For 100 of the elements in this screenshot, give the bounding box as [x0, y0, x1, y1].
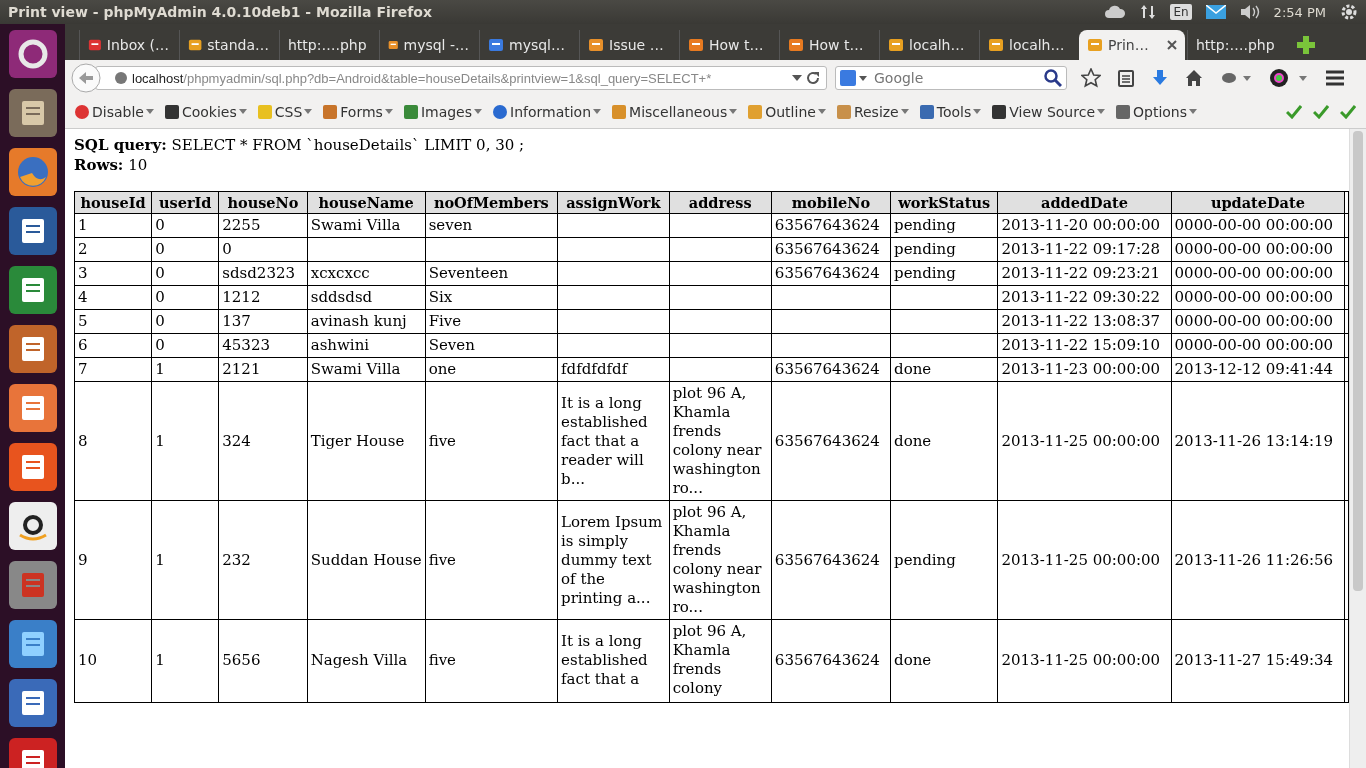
keyboard-language-indicator[interactable]: En	[1170, 4, 1192, 20]
toolbar-menu-button[interactable]: Resize	[830, 104, 914, 120]
table-cell: 63567643624	[771, 619, 891, 703]
caret-icon	[817, 109, 826, 115]
toolbar-menu-button[interactable]: Cookies	[158, 104, 252, 120]
table-cell: 2013-11-22 09:23:21	[997, 261, 1172, 286]
caret-icon	[973, 109, 982, 115]
table-cell: seven	[425, 213, 558, 238]
table-cell: Seventeen	[425, 261, 558, 286]
table-cell: 7	[74, 357, 152, 382]
addon-tool-icon	[322, 104, 339, 120]
power-gear-icon[interactable]	[1340, 3, 1358, 21]
checkmark-icon[interactable]	[1286, 105, 1302, 119]
table-cell: plot 96 A, Khamla frends colony near washington ro...	[669, 381, 772, 501]
table-cell: 10	[74, 619, 152, 703]
addon-tool-icon	[611, 104, 628, 120]
cloud-icon[interactable]	[1104, 5, 1127, 19]
addon-tool-icon	[74, 104, 90, 120]
speaker-icon[interactable]	[1239, 4, 1260, 20]
table-cell: 45323	[218, 333, 308, 358]
browser-tab[interactable]: Prin…	[1079, 30, 1185, 60]
toolbar-menu-button[interactable]: Options	[1110, 104, 1203, 120]
table-cell: 2013-11-22 15:09:10	[997, 333, 1172, 358]
table-cell: Five	[425, 309, 558, 334]
table-cell: 137	[218, 309, 308, 334]
toolbar-menu-button[interactable]: Forms	[317, 104, 398, 120]
search-engine-icon[interactable]	[840, 70, 868, 86]
table-cell: 8	[74, 381, 152, 501]
home-icon[interactable]	[1185, 69, 1203, 87]
table-cell: 0	[151, 285, 219, 310]
document-icon[interactable]	[7, 206, 58, 256]
table-cell: 1	[151, 381, 219, 501]
new-tab-plus-icon[interactable]	[1297, 36, 1315, 54]
bookmark-star-icon[interactable]	[1081, 68, 1101, 88]
caret-icon	[729, 109, 738, 115]
close-icon[interactable]	[1167, 40, 1177, 50]
addon-tool-icon	[991, 104, 1008, 120]
caret-icon	[1097, 109, 1105, 115]
toolbar-menu-button[interactable]: Outline	[742, 104, 831, 120]
table-cell: 9	[74, 500, 152, 620]
page-favicon-icon	[588, 37, 604, 53]
clock[interactable]: 2:54 PM	[1273, 4, 1326, 20]
caret-icon	[1189, 109, 1198, 115]
address-field[interactable]: localhost/phpmyadmin/sql.php?db=Android&table=houseDetails&printview=1&sql_query=SELECT+*	[95, 66, 827, 90]
checkmark-icon[interactable]	[1340, 105, 1356, 119]
download-arrow-icon[interactable]	[1151, 69, 1169, 87]
toolbar-menu-button[interactable]: Images	[397, 104, 487, 120]
table-cell: xcxcxcc	[307, 261, 426, 286]
table-cell: 0	[151, 237, 219, 262]
reload-icon[interactable]	[806, 71, 820, 85]
search-icon[interactable]	[1044, 69, 1062, 87]
toolbar-menu-button[interactable]: CSS	[251, 104, 318, 120]
dash-icon[interactable]	[7, 29, 58, 79]
checkmark-icon[interactable]	[1313, 105, 1329, 119]
caret-icon	[145, 109, 154, 115]
column-header: updateDate	[1171, 191, 1345, 214]
page-favicon-icon	[788, 37, 804, 53]
table-cell: 0	[151, 213, 219, 238]
table-cell: 4	[74, 285, 152, 310]
search-bar[interactable]: Google	[835, 66, 1067, 90]
table-cell: Seven	[425, 333, 558, 358]
table-cell: 6	[74, 333, 152, 358]
rows-count-line: Rows: 10	[74, 155, 149, 175]
clipboard-list-icon[interactable]	[1117, 69, 1135, 87]
table-cell: 0	[151, 309, 219, 334]
transfer-arrows-icon[interactable]	[1140, 4, 1157, 20]
table-cell: 0	[151, 261, 219, 286]
table-cell: 0000-00-00 00:00:00	[1171, 261, 1345, 286]
table-cell: pending	[890, 213, 998, 238]
toolbar-menu-button[interactable]: View Source	[986, 104, 1110, 120]
table-cell: Suddan House	[307, 500, 426, 620]
table-cell: ashwini	[307, 333, 426, 358]
toolbar-menu-button[interactable]: Tools	[913, 104, 987, 120]
scrollbar[interactable]	[1349, 129, 1366, 768]
table-cell: Swami Villa	[307, 213, 426, 238]
envelope-icon[interactable]	[1205, 5, 1226, 19]
toolbar-menu-button[interactable]: Disable	[69, 104, 159, 120]
table-cell: fdfdfdfdf	[557, 357, 670, 382]
page-favicon-icon	[988, 37, 1004, 53]
toolbar-menu-button[interactable]: Miscellaneous	[606, 104, 743, 120]
table-cell: done	[890, 381, 998, 501]
table-cell: 0	[218, 237, 308, 262]
page-favicon-icon	[188, 37, 203, 53]
toolbar-menu-button[interactable]: Information	[487, 104, 607, 120]
column-header: houseNo	[218, 191, 308, 214]
table-cell: 2013-11-22 09:30:22	[997, 285, 1172, 310]
table-cell: done	[890, 619, 998, 703]
dropdown-caret-icon[interactable]	[792, 74, 802, 82]
page-favicon-icon	[888, 37, 904, 53]
column-header: houseId	[74, 191, 152, 214]
column-header: houseName	[307, 191, 426, 214]
table-cell: done	[890, 357, 998, 382]
caret-icon	[593, 109, 602, 115]
table-cell: 63567643624	[771, 500, 891, 620]
menu-icon[interactable]	[1325, 69, 1345, 87]
column-header: address	[669, 191, 772, 214]
addon-tool-icon	[256, 104, 273, 120]
table-cell: 2013-12-12 09:41:44	[1171, 357, 1345, 382]
addon-tool-icon	[402, 104, 419, 120]
table-cell: 63567643624	[771, 261, 891, 286]
